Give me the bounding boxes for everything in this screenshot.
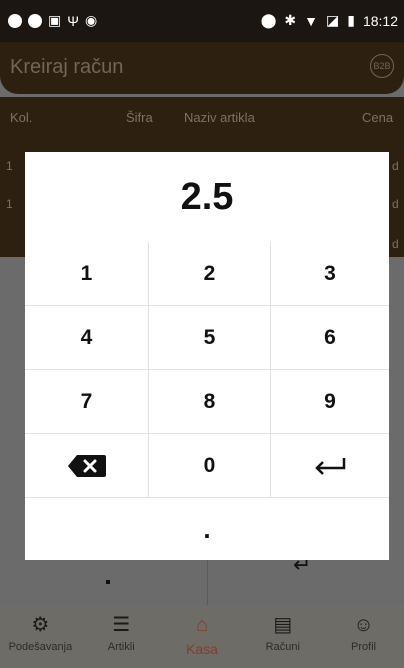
table-row[interactable]: 1 [6, 159, 13, 173]
table-cell-tail: d [392, 237, 399, 251]
key-3[interactable]: 3 [271, 242, 389, 305]
bottom-navigation: ⚙ Podešavanja ☰ Artikli ⌂ Kasa ▤ Računi … [0, 605, 404, 668]
column-header-qty: Kol. [10, 110, 33, 125]
key-9[interactable]: 9 [271, 370, 389, 433]
bluetooth-icon: ✱ [284, 12, 297, 28]
key-2[interactable]: 2 [149, 242, 270, 305]
key-1[interactable]: 1 [25, 242, 148, 305]
receipt-icon: ▤ [273, 614, 293, 636]
quantity-keypad-dialog: 2.5 1 2 3 4 5 6 7 8 9 0 . [25, 152, 389, 560]
table-row[interactable]: 1 [6, 197, 13, 211]
backspace-button[interactable] [25, 434, 148, 497]
home-icon: ⌂ [195, 614, 209, 636]
nav-label: Računi [265, 641, 300, 653]
column-header-price: Cena [362, 110, 394, 125]
location-icon: ⬤ [260, 12, 277, 28]
status-time: 18:12 [362, 12, 398, 29]
keypad-display: 2.5 [180, 175, 234, 218]
profile-icon: ☺ [353, 614, 374, 636]
key-5[interactable]: 5 [149, 306, 270, 369]
column-header-code: Šifra [126, 110, 153, 125]
enter-icon [315, 457, 346, 475]
nav-label: Artikli [107, 641, 135, 653]
signal-icon: ◪ [326, 12, 340, 28]
nav-item-kasa[interactable]: ⌂ Kasa [162, 605, 243, 668]
image-icon: ▣ [48, 12, 62, 28]
key-8[interactable]: 8 [149, 370, 270, 433]
nav-label: Profil [351, 641, 377, 653]
key-6[interactable]: 6 [271, 306, 389, 369]
page-title: Kreiraj račun [10, 56, 124, 78]
usb-icon: Ψ [67, 12, 79, 29]
nav-label: Podešavanja [8, 641, 73, 653]
nav-item-artikli[interactable]: ☰ Artikli [81, 605, 162, 668]
status-icons-left: ▣ Ψ ◉ [8, 12, 97, 29]
column-header-name: Naziv artikla [184, 110, 255, 125]
decimal-point-key[interactable]: . [25, 498, 389, 560]
key-4[interactable]: 4 [25, 306, 148, 369]
status-bar: ▣ Ψ ◉ ⬤ ✱ ▼ ◪ ▮ 18:12 [0, 0, 404, 42]
table-cell-tail: d [392, 159, 399, 173]
table-cell-tail: d [392, 197, 399, 211]
key-0[interactable]: 0 [149, 434, 270, 497]
battery-icon: ▮ [347, 12, 355, 28]
key-7[interactable]: 7 [25, 370, 148, 433]
enter-button[interactable] [271, 434, 389, 497]
nav-item-podesavanja[interactable]: ⚙ Podešavanja [0, 605, 81, 668]
nav-label: Kasa [186, 641, 218, 657]
notification-dot-icon [8, 13, 22, 28]
dot-key-background [106, 580, 110, 584]
notification-dot-icon [28, 13, 42, 28]
settings-gear-icon: ⚙ [31, 614, 50, 636]
list-icon: ☰ [112, 614, 131, 636]
backspace-icon [67, 454, 106, 477]
nav-item-racuni[interactable]: ▤ Računi [242, 605, 323, 668]
record-icon: ◉ [84, 12, 98, 28]
table-header: Kol. Šifra Naziv artikla Cena [0, 97, 404, 137]
b2b-button[interactable]: B2B [370, 54, 394, 78]
app-bar: Kreiraj račun B2B [0, 42, 404, 94]
nav-item-profil[interactable]: ☺ Profil [323, 605, 404, 668]
status-icons-right: ⬤ ✱ ▼ ◪ ▮ 18:12 [261, 12, 398, 29]
wifi-icon: ▼ [304, 12, 318, 29]
